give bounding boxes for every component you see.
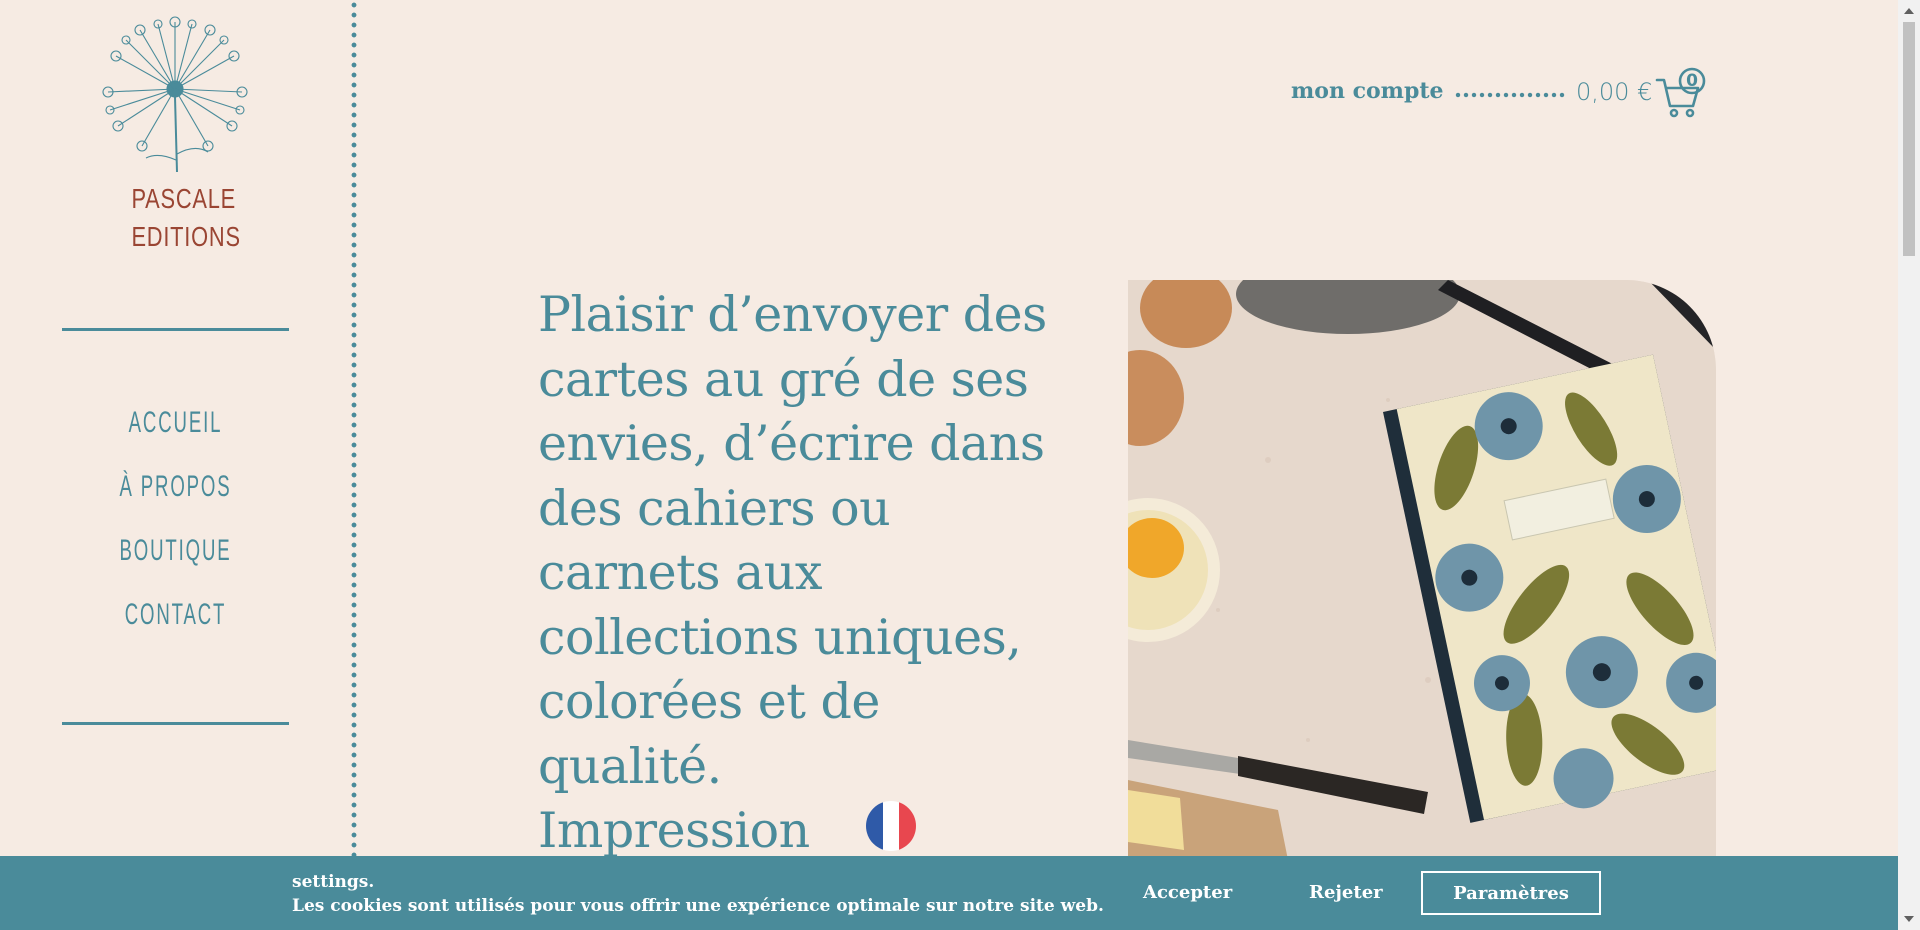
nav-item-accueil[interactable]: Accueil [105, 400, 246, 464]
cart-total: 0,00 € [1576, 78, 1653, 106]
hero-line: colorées et de [538, 673, 880, 730]
hero-line: Impression [538, 802, 810, 859]
cookie-text-line: settings. [292, 872, 375, 892]
hero-line: qualité. [538, 737, 722, 795]
cookie-message: settings. Les cookies sont utilisés pour… [292, 870, 1104, 918]
nav-item-boutique[interactable]: Boutique [105, 528, 246, 592]
hero-image [1128, 280, 1716, 860]
cookie-text-line: Les cookies sont utilisés pour vous offr… [292, 896, 1104, 916]
french-flag-icon [866, 801, 916, 851]
sidebar: PASCALE EDITIONS Accueil À propos Boutiq… [0, 0, 354, 930]
hero-text: Plaisir d’envoyer des cartes au gré de s… [538, 283, 1098, 864]
header-dots [1454, 92, 1566, 98]
dotted-separator [351, 0, 357, 860]
accept-cookies-button[interactable]: Accepter [1143, 882, 1232, 903]
scroll-up-arrow-icon[interactable] [1904, 8, 1914, 14]
cookie-settings-button[interactable]: Paramètres [1421, 871, 1601, 915]
account-link[interactable]: mon compte [1291, 78, 1444, 104]
hero-line: carnets aux [538, 544, 822, 601]
main-nav: Accueil À propos Boutique Contact [62, 400, 289, 656]
hero-line: collections uniques, [538, 608, 1022, 666]
page-scrollbar[interactable] [1898, 0, 1920, 930]
brand-name[interactable]: PASCALE EDITIONS [131, 180, 241, 256]
nav-item-contact[interactable]: Contact [105, 592, 246, 656]
cart-count-badge[interactable]: 0 [1679, 68, 1705, 94]
scrollbar-thumb[interactable] [1903, 22, 1915, 256]
scroll-down-arrow-icon[interactable] [1904, 916, 1914, 922]
nav-item-a-propos[interactable]: À propos [105, 464, 246, 528]
sidebar-divider-bottom [62, 722, 289, 725]
hero-line: envies, d’écrire dans [538, 415, 1045, 472]
brand-line-2: EDITIONS [131, 221, 241, 252]
reject-cookies-button[interactable]: Rejeter [1309, 882, 1383, 903]
hero-line: cartes au gré de ses [538, 350, 1029, 408]
hero-line: des cahiers ou [538, 479, 891, 537]
brand-line-1: PASCALE [131, 183, 237, 214]
sidebar-divider-top [62, 328, 289, 331]
dandelion-logo[interactable] [100, 14, 250, 174]
hero-line: Plaisir d’envoyer des [538, 286, 1047, 343]
cookie-banner: settings. Les cookies sont utilisés pour… [0, 856, 1898, 930]
